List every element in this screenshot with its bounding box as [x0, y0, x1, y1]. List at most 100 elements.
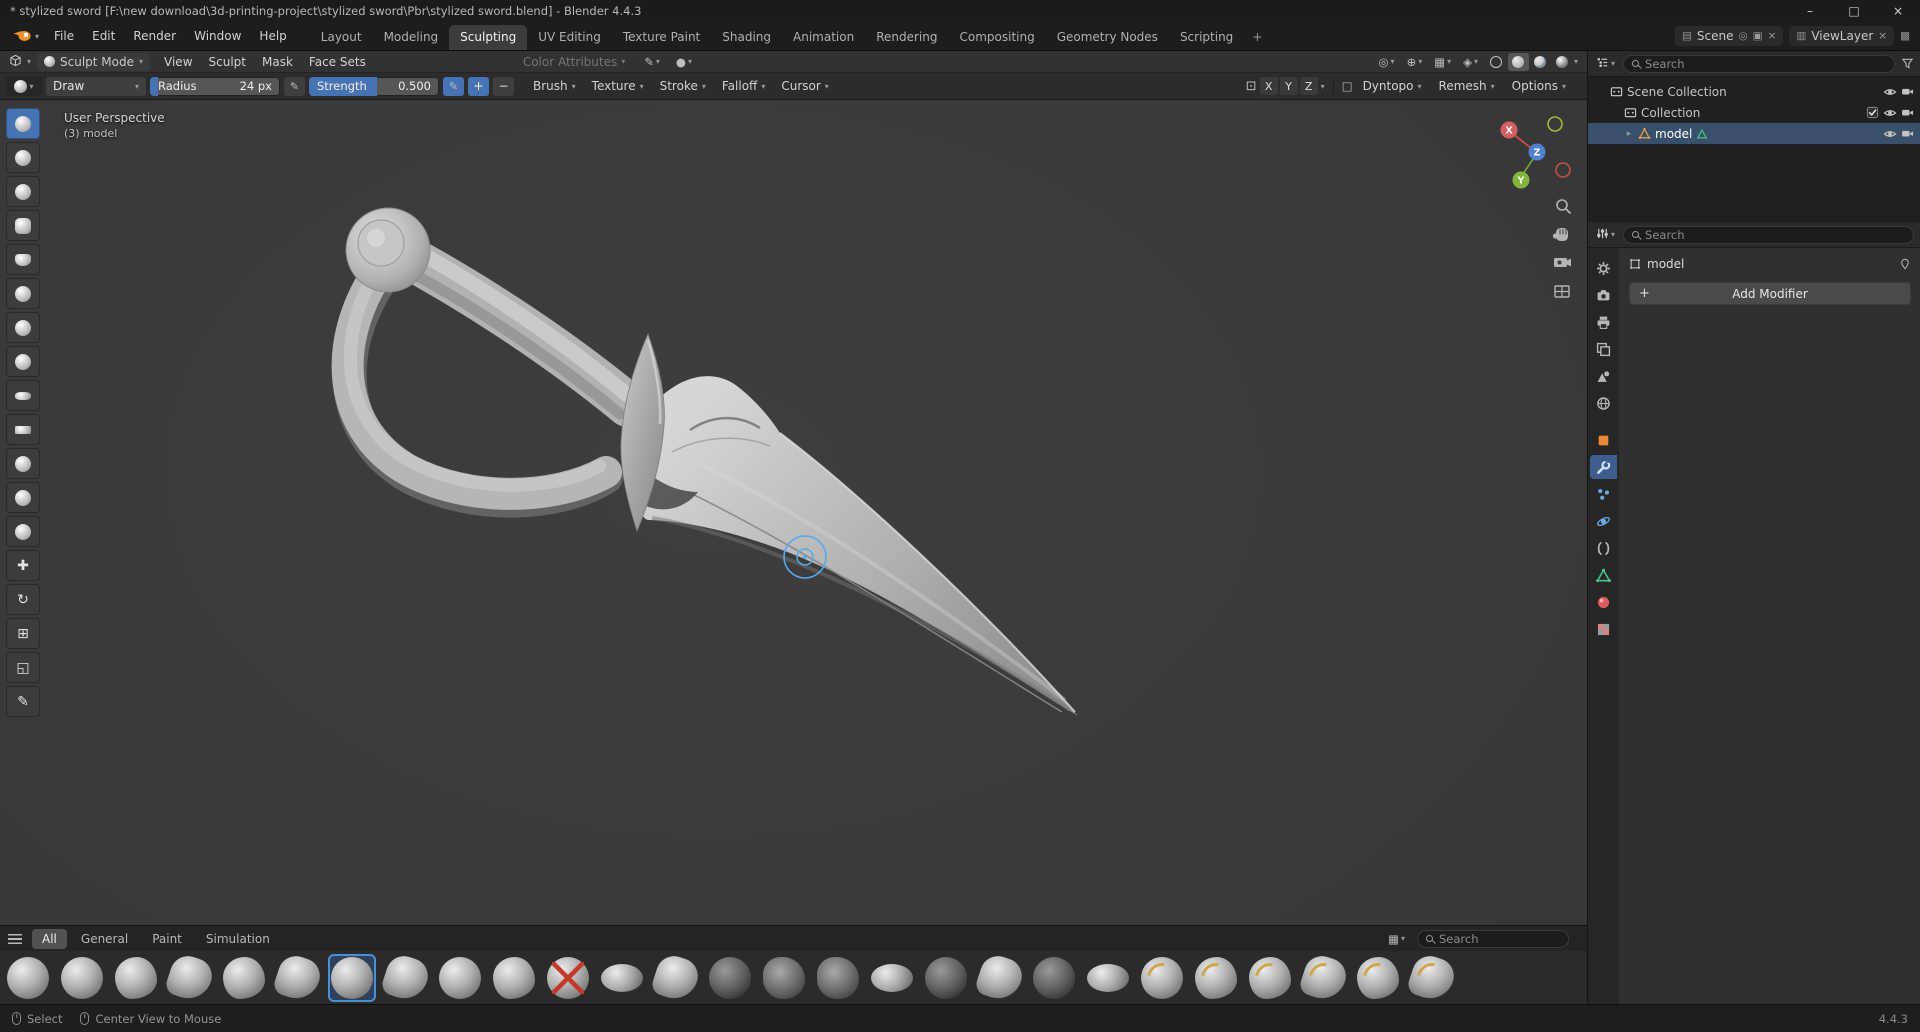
outliner-search[interactable]: Search	[1623, 55, 1895, 73]
paint-brush-dropdown[interactable]: ✎▾	[640, 55, 664, 69]
color-attributes-dropdown[interactable]: Color Attributes ▾	[516, 52, 632, 71]
workspace-tab-rendering[interactable]: Rendering	[865, 25, 948, 50]
workspace-tab-uv-editing[interactable]: UV Editing	[527, 25, 612, 50]
xray-toggle[interactable]: ◈▾	[1459, 55, 1482, 69]
brush-flatten-contrast[interactable]	[652, 954, 700, 1002]
properties-tab-modifiers[interactable]	[1590, 455, 1617, 479]
symmetry-y-toggle[interactable]: Y	[1280, 77, 1298, 95]
properties-search[interactable]: Search	[1623, 226, 1914, 244]
overlays-dropdown[interactable]: ▦▾	[1430, 55, 1455, 69]
maximize-button[interactable]: □	[1832, 0, 1876, 22]
strength-pressure-toggle[interactable]: ✎	[443, 77, 464, 96]
unlink-scene-icon[interactable]: ×	[1768, 30, 1777, 42]
tool-fill[interactable]	[6, 448, 40, 479]
symmetry-icon[interactable]: ⊡	[1246, 79, 1257, 94]
pan-button[interactable]	[1553, 228, 1568, 241]
brush-inflate-deflate[interactable]	[760, 954, 808, 1002]
symmetry-z-toggle[interactable]: Z	[1300, 77, 1318, 95]
increase-button[interactable]: +	[468, 77, 489, 96]
pin-scene-icon[interactable]: ◎	[1739, 30, 1748, 42]
properties-tab-world[interactable]	[1590, 391, 1617, 415]
gizmo-z-negative[interactable]	[1548, 117, 1562, 131]
properties-editor-button[interactable]: ▾	[1594, 225, 1617, 245]
tool-annotate[interactable]: ✎	[6, 686, 40, 717]
brush-pinch-magnify[interactable]	[1030, 954, 1078, 1002]
brush-smear[interactable]	[1354, 954, 1402, 1002]
brush-crease-sharp[interactable]	[274, 954, 322, 1002]
decrease-button[interactable]: −	[493, 77, 514, 96]
tool-layer[interactable]	[6, 244, 40, 275]
gizmos-dropdown[interactable]: ⊕▾	[1403, 55, 1427, 69]
tool-pinch[interactable]	[6, 516, 40, 547]
viewlayer-stack-icon[interactable]: ▩	[1900, 30, 1910, 42]
outliner-row-model[interactable]: ▸model	[1588, 123, 1920, 144]
brush-erase-multires-displacement[interactable]	[544, 954, 592, 1002]
tool-rotate[interactable]: ↻	[6, 584, 40, 615]
viewport-menu-sculpt[interactable]: Sculpt	[201, 53, 254, 71]
shading-wireframe-button[interactable]	[1486, 53, 1507, 71]
dyntopo-toggle-icon[interactable]: □	[1342, 79, 1353, 93]
scene-selector[interactable]: ▤ Scene ◎ ▣ ×	[1675, 26, 1783, 46]
close-button[interactable]: ×	[1876, 0, 1920, 22]
shelf-tab-all[interactable]: All	[32, 929, 67, 949]
scene-browse-icon[interactable]: ▤	[1682, 30, 1692, 42]
tool-draw[interactable]	[6, 108, 40, 139]
symmetry-x-toggle[interactable]: X	[1260, 77, 1278, 95]
eye-icon[interactable]	[1883, 85, 1897, 99]
brush-relax-slide[interactable]	[1246, 954, 1294, 1002]
brush-elastic-grab[interactable]	[436, 954, 484, 1002]
sword-model[interactable]	[346, 208, 1078, 716]
menu-help[interactable]: Help	[250, 26, 295, 46]
workspace-tab-scripting[interactable]: Scripting	[1169, 25, 1244, 50]
brush-mask[interactable]	[868, 954, 916, 1002]
menu-edit[interactable]: Edit	[83, 26, 124, 46]
shelf-tab-paint[interactable]: Paint	[142, 929, 192, 949]
shelf-search[interactable]: Search	[1417, 930, 1569, 948]
brush-clay-thumb[interactable]	[166, 954, 214, 1002]
properties-tab-particles[interactable]	[1590, 482, 1617, 506]
shelf-tab-general[interactable]: General	[71, 929, 138, 949]
brush-snake-hook[interactable]	[1408, 954, 1456, 1002]
brush-nudge[interactable]	[976, 954, 1024, 1002]
eye-icon[interactable]	[1883, 127, 1897, 141]
brush-fill-deepen[interactable]	[598, 954, 646, 1002]
brush-clay-strips[interactable]	[112, 954, 160, 1002]
minimize-button[interactable]: –	[1788, 0, 1832, 22]
workspace-tab-compositing[interactable]: Compositing	[948, 25, 1045, 50]
camera-icon[interactable]	[1901, 106, 1914, 119]
menu-render[interactable]: Render	[124, 26, 185, 46]
properties-tab-data[interactable]	[1590, 563, 1617, 587]
eye-icon[interactable]	[1883, 106, 1897, 120]
tool-flatten[interactable]	[6, 414, 40, 445]
tool-move[interactable]: ✚	[6, 550, 40, 581]
viewlayer-selector[interactable]: ▥ ViewLayer ×	[1789, 26, 1894, 46]
camera-icon[interactable]	[1901, 85, 1914, 98]
panel-falloff[interactable]: Falloff▾	[715, 77, 772, 96]
radius-pressure-toggle[interactable]: ✎	[284, 77, 305, 96]
menu-file[interactable]: File	[45, 26, 83, 46]
tool-inflate[interactable]	[6, 278, 40, 309]
brush-draw-sharp[interactable]	[382, 954, 430, 1002]
zoom-button[interactable]	[1557, 200, 1570, 213]
panel-stroke[interactable]: Stroke▾	[653, 77, 713, 96]
tool-scale[interactable]: ⊞	[6, 618, 40, 649]
brush-selector[interactable]: Draw ▾	[46, 77, 146, 96]
toggle-ortho-button[interactable]	[1555, 286, 1569, 297]
shelf-tab-simulation[interactable]: Simulation	[196, 929, 280, 949]
outliner-editor-button[interactable]: ▾	[1594, 54, 1617, 74]
properties-tab-output[interactable]	[1590, 310, 1617, 334]
check-icon[interactable]	[1866, 106, 1879, 119]
tool-clay-strips[interactable]	[6, 210, 40, 241]
workspace-tab-shading[interactable]: Shading	[711, 25, 782, 50]
brush-layer[interactable]	[814, 954, 862, 1002]
properties-tab-object[interactable]	[1590, 428, 1617, 452]
viewport-menu-mask[interactable]: Mask	[254, 53, 301, 71]
filter-icon[interactable]	[1901, 57, 1914, 70]
remove-viewlayer-icon[interactable]: ×	[1878, 30, 1887, 42]
brush-relax-pinch[interactable]	[1192, 954, 1240, 1002]
tool-smooth[interactable]	[6, 380, 40, 411]
tool-crease[interactable]	[6, 346, 40, 377]
blender-menu-button[interactable]: ▾	[6, 28, 45, 45]
workspace-tab-layout[interactable]: Layout	[310, 25, 373, 50]
strength-slider[interactable]: Strength 0.500	[309, 77, 439, 96]
